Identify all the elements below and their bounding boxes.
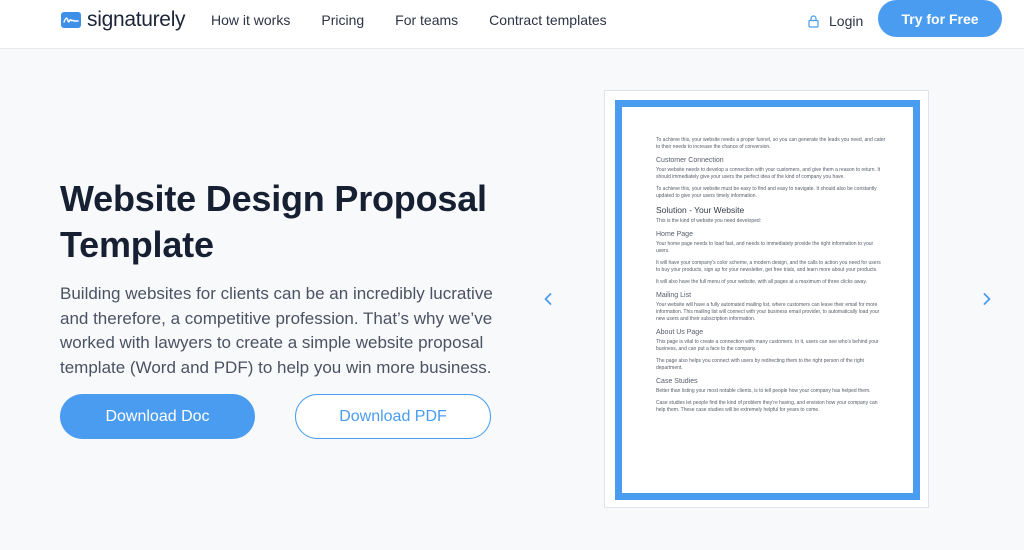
carousel-prev-button[interactable] [540, 290, 556, 308]
preview-paragraph: This is the kind of website you need dev… [656, 218, 762, 224]
nav-how-it-works[interactable]: How it works [211, 12, 290, 28]
try-for-free-button[interactable]: Try for Free [878, 0, 1002, 37]
chevron-left-icon [544, 293, 552, 305]
template-preview-content: To achieve this, your website needs a pr… [656, 137, 886, 419]
preview-paragraph: Your website will have a fully automated… [656, 302, 880, 322]
preview-paragraph: Case studies let people find the kind of… [656, 400, 878, 413]
preview-paragraph: Better than listing your most notable cl… [656, 388, 871, 394]
download-pdf-button[interactable]: Download PDF [295, 394, 491, 439]
logo[interactable]: signaturely [61, 8, 186, 32]
logo-text: signaturely [87, 8, 186, 31]
login-link[interactable]: Login [808, 13, 863, 29]
preview-paragraph: To achieve this, your website needs a pr… [656, 137, 886, 150]
download-doc-button[interactable]: Download Doc [60, 394, 255, 439]
preview-paragraph: Your website needs to develop a connecti… [656, 167, 881, 180]
preview-heading: Solution - Your Website [656, 205, 745, 215]
nav-contract-templates[interactable]: Contract templates [489, 12, 607, 28]
template-preview-frame: To achieve this, your website needs a pr… [615, 100, 920, 500]
preview-paragraph: This page is vital to create a connectio… [656, 339, 879, 352]
lock-icon [808, 14, 819, 28]
nav-for-teams[interactable]: For teams [395, 12, 458, 28]
chevron-right-icon [983, 293, 991, 305]
login-label: Login [829, 13, 864, 29]
preview-paragraph: To achieve this, your website must be ea… [656, 186, 877, 199]
carousel-next-button[interactable] [979, 290, 995, 308]
preview-heading: About Us Page [656, 329, 704, 336]
preview-paragraph: It will also have the full menu of your … [656, 279, 867, 285]
preview-paragraph: It will have your company’s color scheme… [656, 260, 881, 273]
preview-heading: Case Studies [656, 378, 698, 385]
main-nav: How it works Pricing For teams Contract … [211, 12, 638, 28]
page-title: Website Design Proposal Template [60, 178, 487, 265]
preview-heading: Home Page [656, 231, 693, 238]
top-navigation-bar: signaturely How it works Pricing For tea… [0, 0, 1024, 49]
preview-heading: Customer Connection [656, 157, 724, 164]
hero-description: Building websites for clients can be an … [60, 284, 493, 377]
template-preview-card[interactable]: To achieve this, your website needs a pr… [604, 90, 929, 508]
nav-pricing[interactable]: Pricing [321, 12, 364, 28]
preview-paragraph: The page also helps you connect with use… [656, 358, 864, 371]
preview-paragraph: Your home page needs to load fast, and n… [656, 241, 874, 254]
signature-logo-icon [61, 12, 81, 28]
preview-heading: Mailing List [656, 292, 692, 299]
